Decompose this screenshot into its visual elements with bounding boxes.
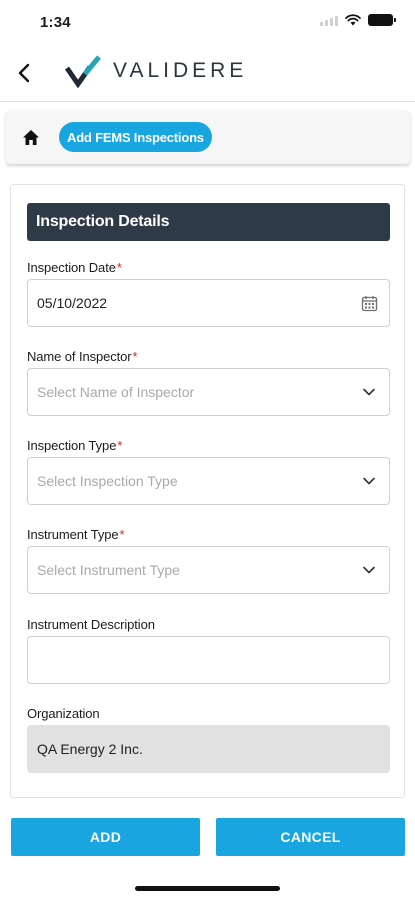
brand-name: VALIDERE [113, 59, 248, 82]
add-button[interactable]: ADD [11, 818, 200, 856]
chevron-down-icon [360, 472, 378, 490]
required-marker: * [132, 349, 138, 364]
instrument-type-label-text: Instrument Type [27, 527, 119, 542]
instrument-description-input[interactable] [27, 636, 390, 684]
cellular-signal-icon [320, 15, 338, 26]
inspector-name-placeholder: Select Name of Inspector [37, 384, 195, 400]
inspection-type-placeholder: Select Inspection Type [37, 473, 178, 489]
required-marker: * [119, 527, 125, 542]
breadcrumb: Add FEMS Inspections [6, 110, 410, 164]
inspection-type-select[interactable]: Select Inspection Type [27, 457, 390, 505]
chevron-down-icon [360, 383, 378, 401]
organization-label: Organization [27, 706, 100, 721]
inspection-type-label-text: Inspection Type [27, 438, 117, 453]
battery-icon [368, 14, 396, 26]
inspection-form: Inspection Details Inspection Date* 05/1… [10, 184, 405, 798]
inspector-name-select[interactable]: Select Name of Inspector [27, 368, 390, 416]
inspector-name-label-text: Name of Inspector [27, 349, 132, 364]
instrument-description-label-text: Instrument Description [27, 617, 155, 632]
required-marker: * [116, 260, 122, 275]
home-icon [23, 129, 39, 145]
chevron-down-icon [360, 561, 378, 579]
breadcrumb-current[interactable]: Add FEMS Inspections [59, 122, 212, 152]
home-indicator [135, 886, 280, 891]
inspector-name-label: Name of Inspector* [27, 349, 138, 364]
logo-mark-icon [65, 55, 101, 88]
organization-value: QA Energy 2 Inc. [37, 741, 143, 757]
inspection-date-label-text: Inspection Date [27, 260, 116, 275]
instrument-description-label: Instrument Description [27, 617, 155, 632]
instrument-type-placeholder: Select Instrument Type [37, 562, 180, 578]
status-bar: 1:34 [0, 0, 415, 44]
validere-logo: VALIDERE [65, 54, 247, 88]
home-button[interactable] [18, 124, 44, 150]
status-icons [320, 14, 396, 26]
instrument-type-label: Instrument Type* [27, 527, 125, 542]
organization-field: QA Energy 2 Inc. [27, 725, 390, 773]
inspection-date-label: Inspection Date* [27, 260, 122, 275]
instrument-type-select[interactable]: Select Instrument Type [27, 546, 390, 594]
back-button[interactable] [10, 58, 38, 88]
wifi-icon [345, 14, 361, 26]
inspection-type-label: Inspection Type* [27, 438, 122, 453]
section-title: Inspection Details [36, 213, 170, 230]
inspection-date-field[interactable]: 05/10/2022 [27, 279, 390, 327]
inspection-date-value: 05/10/2022 [37, 295, 108, 311]
organization-label-text: Organization [27, 706, 100, 721]
status-time: 1:34 [40, 14, 71, 31]
required-marker: * [117, 438, 123, 453]
cancel-button[interactable]: CANCEL [216, 818, 405, 856]
chevron-left-icon [18, 63, 30, 83]
section-header: Inspection Details [27, 203, 390, 241]
app-header: VALIDERE [0, 44, 415, 102]
calendar-icon[interactable] [360, 294, 378, 312]
